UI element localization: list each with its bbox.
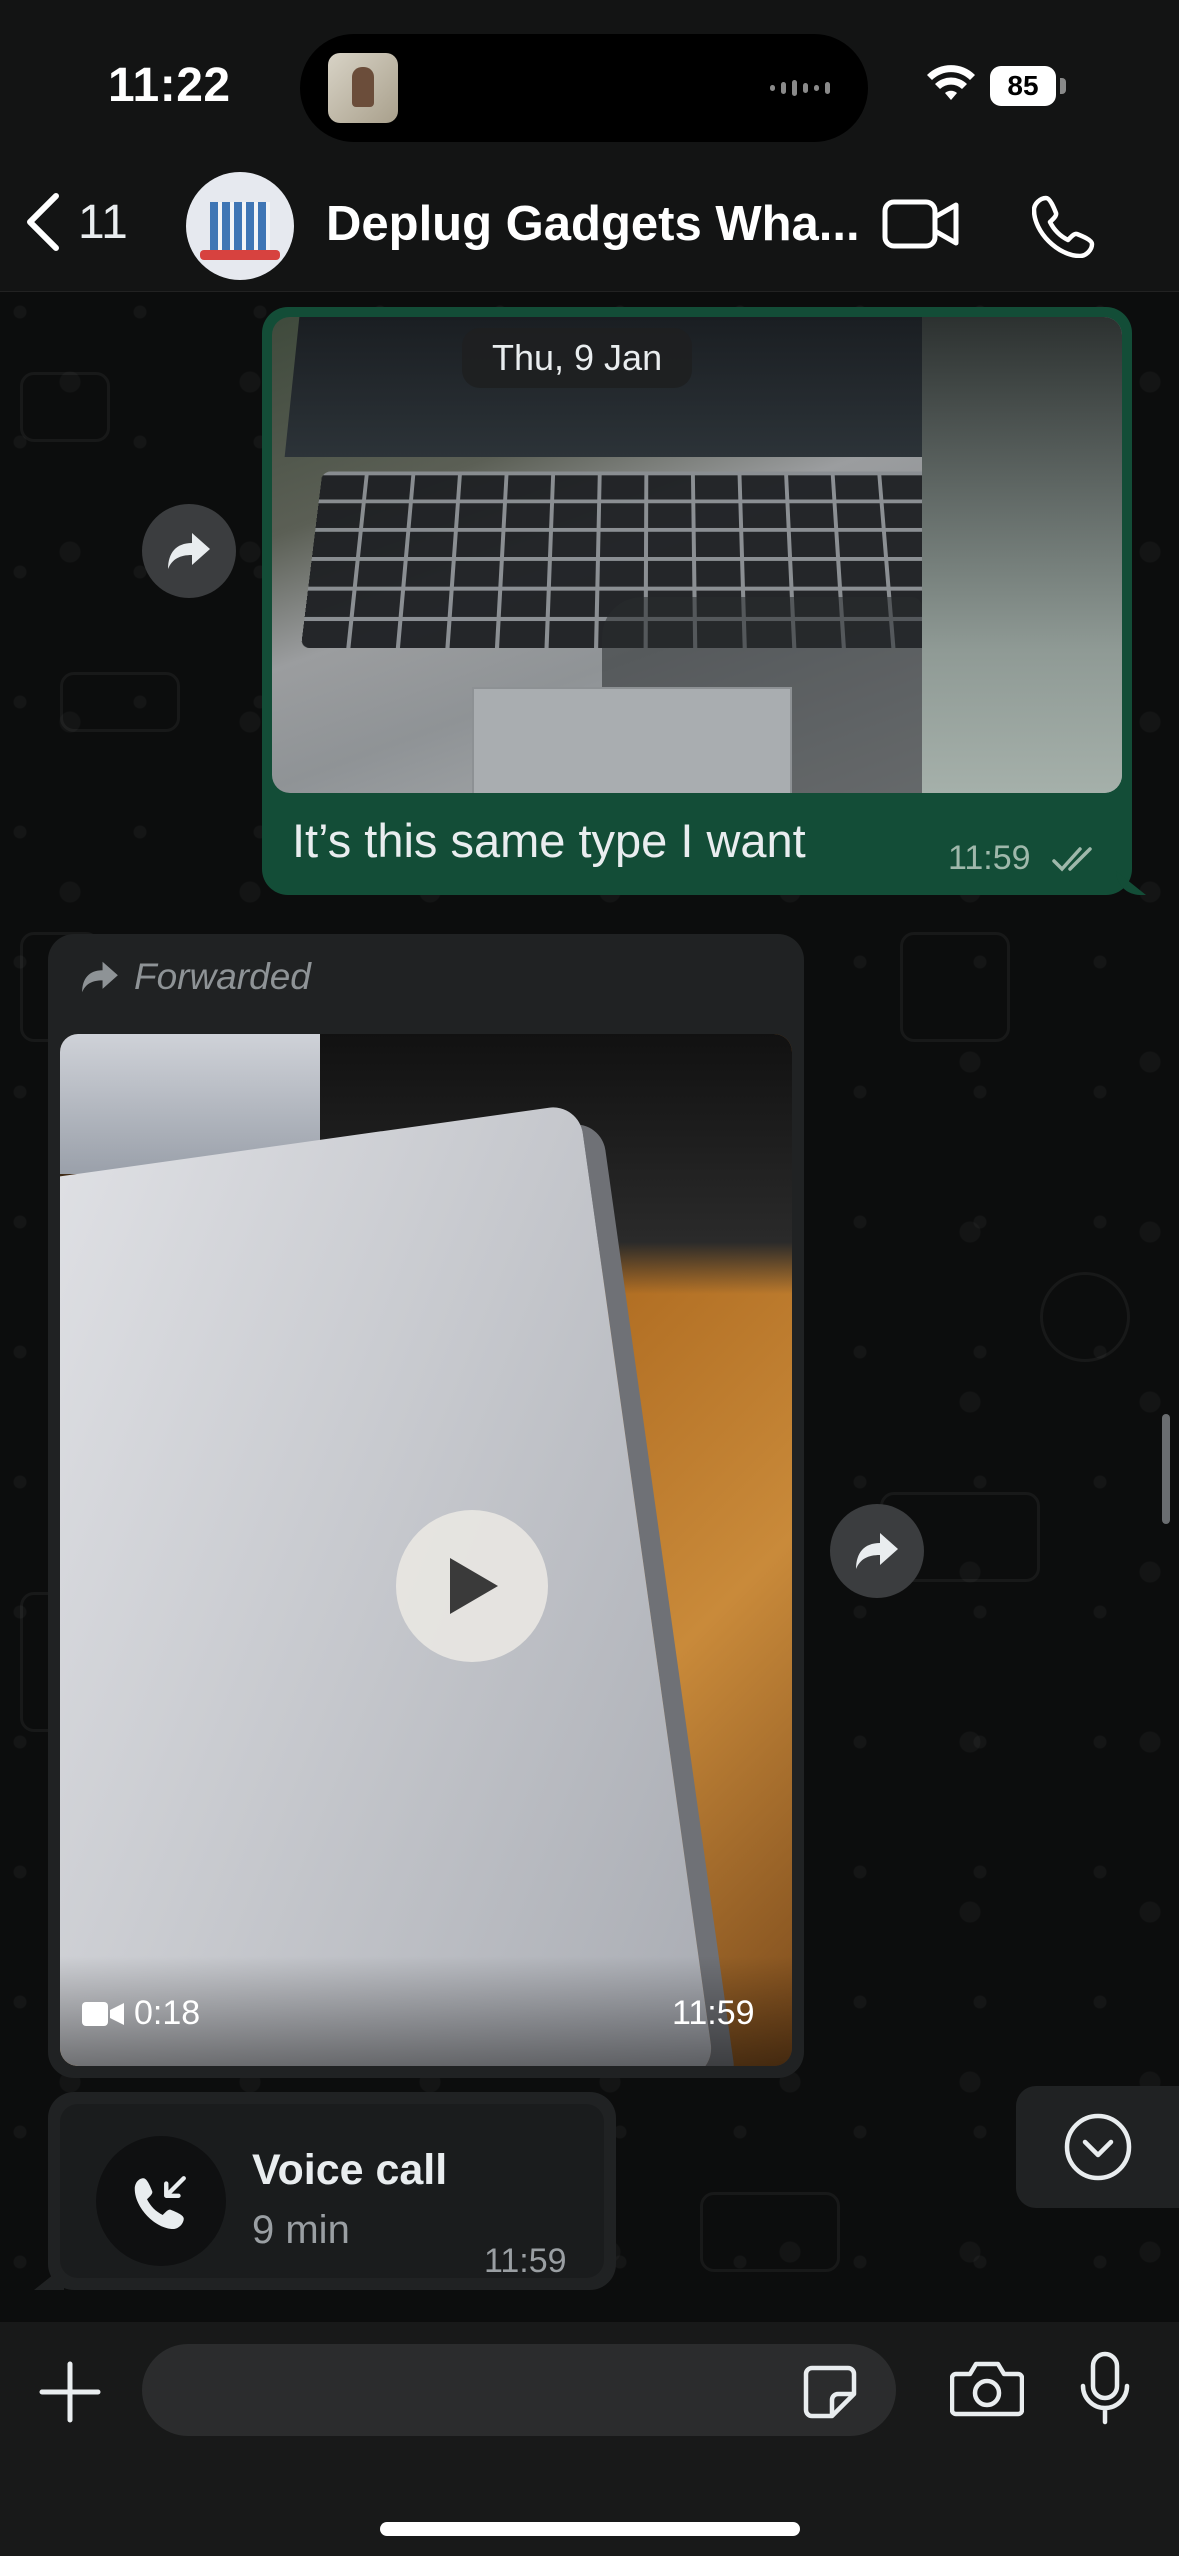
forward-button[interactable] bbox=[142, 504, 236, 598]
dynamic-island[interactable] bbox=[300, 34, 868, 142]
home-indicator[interactable] bbox=[380, 2522, 800, 2536]
incoming-call-icon bbox=[134, 2176, 186, 2229]
call-card[interactable]: Voice call 9 min 11:59 bbox=[60, 2104, 604, 2280]
audio-waveform-icon bbox=[770, 80, 840, 96]
now-playing-thumbnail bbox=[328, 53, 398, 123]
play-button[interactable] bbox=[396, 1510, 548, 1662]
forward-icon bbox=[168, 533, 210, 569]
forwarded-text: Forwarded bbox=[134, 956, 311, 997]
double-check-icon bbox=[1052, 847, 1092, 872]
call-title: Voice call bbox=[252, 2146, 448, 2194]
battery-cap bbox=[1060, 78, 1066, 94]
message-text: It’s this same type I want bbox=[292, 814, 806, 867]
video-thumbnail[interactable]: 0:18 11:59 bbox=[60, 1034, 792, 2066]
message-input-bar bbox=[0, 2322, 1179, 2556]
sticker-icon[interactable] bbox=[802, 2364, 858, 2420]
phone-icon[interactable] bbox=[1032, 194, 1096, 258]
call-duration: 9 min bbox=[252, 2208, 350, 2252]
battery-level: 85 bbox=[990, 66, 1056, 106]
date-separator: Thu, 9 Jan bbox=[462, 328, 693, 388]
chat-header: 11 Deplug Gadgets Wha... bbox=[0, 150, 1179, 292]
video-duration: 0:18 bbox=[82, 1994, 200, 2033]
call-icon-circle bbox=[96, 2136, 226, 2266]
chat-title[interactable]: Deplug Gadgets Wha... bbox=[326, 196, 860, 252]
laptop-trackpad bbox=[472, 687, 792, 793]
video-duration-text: 0:18 bbox=[134, 1994, 201, 2032]
chevron-down-circle-icon bbox=[1064, 2113, 1131, 2181]
video-time: 11:59 bbox=[672, 1994, 755, 2032]
unread-count: 11 bbox=[78, 195, 128, 249]
call-time: 11:59 bbox=[484, 2242, 567, 2280]
plus-icon[interactable] bbox=[36, 2358, 104, 2426]
microphone-icon[interactable] bbox=[1078, 2350, 1132, 2430]
video-camera-icon[interactable] bbox=[882, 198, 960, 250]
video-camera-icon bbox=[82, 2001, 124, 2026]
chevron-left-icon bbox=[27, 193, 59, 251]
forward-icon bbox=[856, 1533, 898, 1569]
play-icon bbox=[450, 1558, 498, 1614]
scroll-to-bottom-button[interactable] bbox=[1016, 2086, 1179, 2208]
forwarded-label: Forwarded bbox=[80, 956, 311, 998]
status-time: 11:22 bbox=[108, 59, 231, 112]
avatar[interactable] bbox=[186, 172, 294, 280]
laptop-photo[interactable] bbox=[272, 317, 1122, 793]
forward-icon bbox=[82, 961, 118, 993]
incoming-video-message[interactable]: Forwarded 0:18 11:59 bbox=[48, 934, 804, 2078]
back-button[interactable]: 11 bbox=[20, 190, 128, 254]
camera-icon[interactable] bbox=[950, 2358, 1024, 2418]
forward-button[interactable] bbox=[830, 1504, 924, 1598]
outgoing-image-message[interactable]: It’s this same type I want 11:59 bbox=[262, 307, 1132, 895]
wifi-icon bbox=[927, 65, 975, 100]
voice-call-message[interactable]: Voice call 9 min 11:59 bbox=[48, 2092, 616, 2290]
scroll-indicator[interactable] bbox=[1162, 1414, 1170, 1524]
message-time: 11:59 bbox=[948, 839, 1031, 877]
car-seat bbox=[922, 317, 1122, 793]
message-input[interactable] bbox=[142, 2344, 896, 2436]
status-bar: 11:22 85 bbox=[0, 0, 1179, 170]
